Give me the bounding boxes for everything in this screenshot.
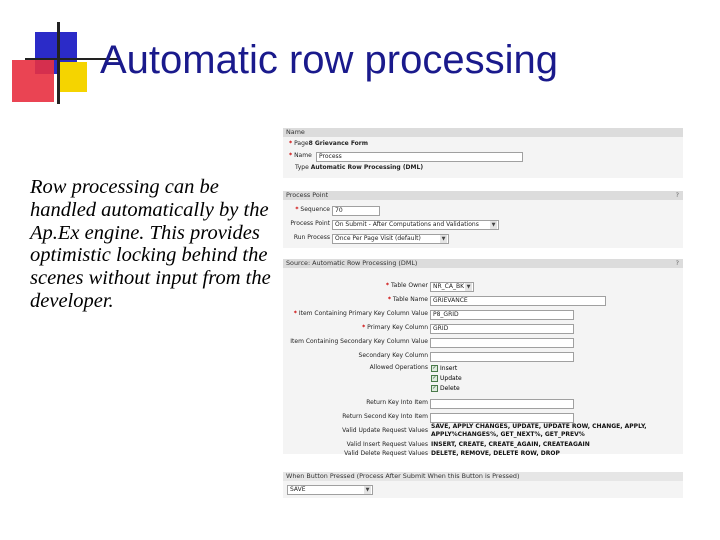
pk-column-label: Primary Key Column <box>367 324 428 331</box>
pk-column-input[interactable]: GRID <box>430 324 574 334</box>
help-icon[interactable]: ? <box>676 191 679 200</box>
process-point-header: Process Point? <box>283 191 683 200</box>
decor-yellow-square <box>57 62 87 92</box>
button-pressed-panel: When Button Pressed (Process After Submi… <box>283 472 683 498</box>
name-label: Name <box>294 152 312 159</box>
pk-item-label: Item Containing Primary Key Column Value <box>298 310 428 317</box>
return-second-key-row: Return Second Key Into Item <box>283 412 428 422</box>
valid-update-label: Valid Update Request Values <box>342 427 428 434</box>
sequence-input[interactable]: 70 <box>332 206 380 216</box>
update-checkbox[interactable]: ✓ Update <box>431 375 462 383</box>
valid-insert-value: INSERT, CREATE, CREATE_AGAIN, CREATEAGAI… <box>431 441 590 448</box>
insert-checkbox[interactable]: ✓ Insert <box>431 365 457 373</box>
return-second-key-label: Return Second Key Into Item <box>342 413 428 420</box>
decor-vertical-line <box>57 22 60 104</box>
return-key-row: Return Key Into Item <box>283 398 428 408</box>
sk-item-label: Item Containing Secondary Key Column Val… <box>290 338 428 345</box>
type-label: Type <box>295 164 309 171</box>
run-process-row: Run Process <box>283 233 330 243</box>
name-panel-title: Name <box>286 128 305 136</box>
sk-column-label: Secondary Key Column <box>358 352 428 359</box>
decor-red-square <box>12 60 54 102</box>
chevron-down-icon: ▼ <box>440 235 447 243</box>
pk-item-input[interactable]: P8_GRID <box>430 310 574 320</box>
table-owner-select[interactable]: NR_CA_BK ▼ <box>430 282 474 292</box>
name-panel-header: Name <box>283 128 683 137</box>
valid-update-row: Valid Update Request Values <box>283 426 428 436</box>
checkmark-icon: ✓ <box>431 365 438 372</box>
button-pressed-header: When Button Pressed (Process After Submi… <box>283 472 683 481</box>
type-value: Automatic Row Processing (DML) <box>310 164 424 171</box>
table-owner-row: * Table Owner <box>385 282 428 289</box>
table-owner-value: NR_CA_BK <box>433 283 465 290</box>
slide-body-text: Row processing can be handled automatica… <box>30 176 271 312</box>
valid-update-value-line-2: APPLY%CHANGES%, GET_NEXT%, GET_PREV% <box>431 431 585 438</box>
table-name-label: Table Name <box>392 296 428 303</box>
slide-title: Automatic row processing <box>100 38 558 82</box>
sk-item-input[interactable] <box>430 338 574 348</box>
valid-update-value-line-1: SAVE, APPLY CHANGES, UPDATE, UPDATE ROW,… <box>431 423 647 430</box>
run-process-label: Run Process <box>293 234 330 241</box>
sequence-row: * Sequence <box>295 206 330 213</box>
return-key-label: Return Key Into Item <box>366 399 428 406</box>
pk-column-row: * Primary Key Column <box>362 324 428 331</box>
run-process-select[interactable]: Once Per Page Visit (default) ▼ <box>332 234 449 244</box>
sk-item-row: Item Containing Secondary Key Column Val… <box>283 337 428 347</box>
return-second-key-input[interactable] <box>430 413 574 423</box>
help-icon[interactable]: ? <box>676 259 679 268</box>
valid-delete-label: Valid Delete Request Values <box>344 450 428 457</box>
process-point-title: Process Point <box>286 191 329 199</box>
sk-column-input[interactable] <box>430 352 574 362</box>
name-input[interactable]: Process <box>316 152 523 162</box>
delete-checkbox[interactable]: ✓ Delete <box>431 385 460 393</box>
allowed-ops-label: Allowed Operations <box>369 364 428 371</box>
chevron-down-icon: ▼ <box>364 486 371 494</box>
sequence-label: Sequence <box>300 206 330 213</box>
name-panel: Name * Page8 Grievance Form * Name Proce… <box>283 128 683 178</box>
process-point-row: Process Point <box>283 219 330 229</box>
page-row: * Page8 Grievance Form <box>289 140 369 147</box>
table-name-input[interactable]: GRIEVANCE <box>430 296 606 306</box>
process-point-panel: Process Point? * Sequence 70 Process Poi… <box>283 191 683 248</box>
pk-item-row: * Item Containing Primary Key Column Val… <box>293 310 428 317</box>
process-point-value: On Submit - After Computations and Valid… <box>335 221 479 228</box>
return-key-input[interactable] <box>430 399 574 409</box>
type-row: Type Automatic Row Processing (DML) <box>295 163 423 173</box>
checkmark-icon: ✓ <box>431 375 438 382</box>
source-panel-header: Source: Automatic Row Processing (DML)? <box>283 259 683 268</box>
name-row: * Name <box>289 152 312 159</box>
button-pressed-title: When Button Pressed (Process After Submi… <box>286 472 520 480</box>
allowed-ops-row: Allowed Operations <box>283 363 428 373</box>
table-owner-label: Table Owner <box>390 282 428 289</box>
source-panel-title: Source: Automatic Row Processing (DML) <box>286 259 418 267</box>
button-pressed-value: SAVE <box>290 486 306 493</box>
insert-label: Insert <box>440 365 458 372</box>
button-pressed-select[interactable]: SAVE ▼ <box>287 485 373 495</box>
valid-delete-value: DELETE, REMOVE, DELETE ROW, DROP <box>431 450 560 457</box>
page-label: Page <box>294 140 309 147</box>
chevron-down-icon: ▼ <box>490 221 497 229</box>
process-point-label: Process Point <box>290 220 330 227</box>
sk-column-row: Secondary Key Column <box>283 351 428 361</box>
valid-delete-row: Valid Delete Request Values <box>283 449 428 459</box>
process-point-select[interactable]: On Submit - After Computations and Valid… <box>332 220 499 230</box>
delete-label: Delete <box>440 385 460 392</box>
run-process-value: Once Per Page Visit (default) <box>335 235 421 242</box>
page-value: 8 Grievance Form <box>308 140 369 147</box>
table-name-row: * Table Name <box>387 296 428 303</box>
checkmark-icon: ✓ <box>431 385 438 392</box>
chevron-down-icon: ▼ <box>465 283 472 291</box>
source-panel: Source: Automatic Row Processing (DML)? … <box>283 259 683 457</box>
update-label: Update <box>440 375 462 382</box>
